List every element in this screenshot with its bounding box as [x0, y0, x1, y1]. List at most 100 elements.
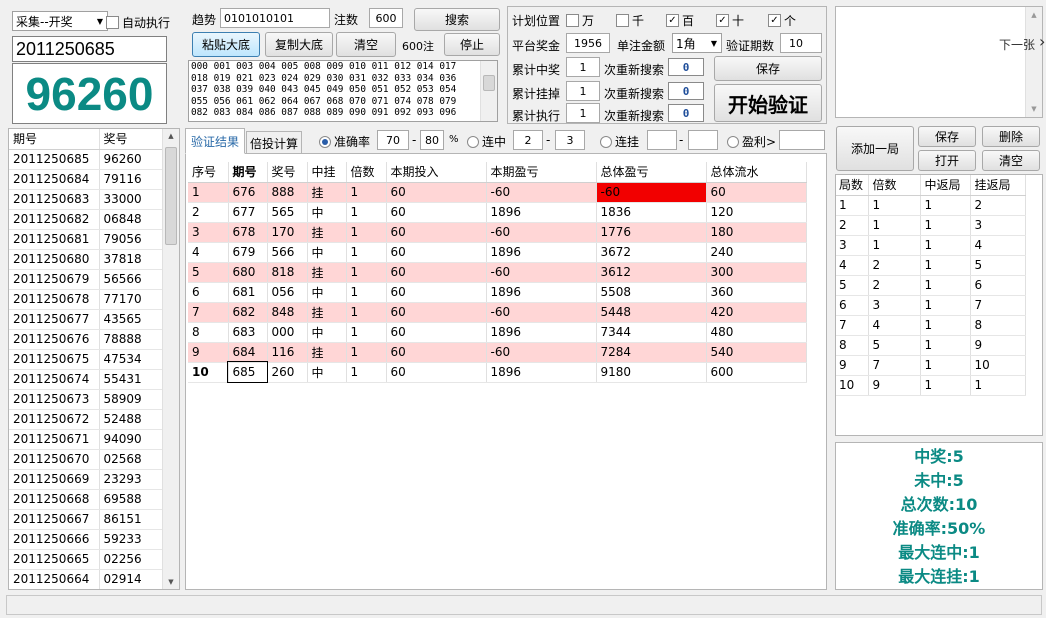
history-row[interactable]: 2011250670 02568: [9, 449, 163, 470]
result-row[interactable]: 5 680 818 挂 1 60 -60 3612 300: [188, 262, 807, 283]
verify-input[interactable]: 10: [780, 33, 822, 53]
filter-streak-miss-radio[interactable]: 连挂: [600, 133, 639, 150]
history-row[interactable]: 2011250673 58909: [9, 389, 163, 410]
result-row[interactable]: 8 683 000 中 1 60 1896 7344 480: [188, 322, 807, 343]
hit-input[interactable]: 1: [566, 57, 600, 77]
history-row[interactable]: 2011250671 94090: [9, 429, 163, 450]
numbers-textarea[interactable]: 000 001 003 004 005 008 009 010 011 012 …: [188, 60, 498, 122]
history-row[interactable]: 2011250669 23293: [9, 469, 163, 490]
next-sheet-link[interactable]: 下一张: [999, 36, 1035, 53]
tab-verify-result[interactable]: 验证结果: [185, 128, 245, 154]
history-row[interactable]: 2011250684 79116: [9, 169, 163, 190]
scrollbar-thumb[interactable]: [483, 75, 495, 91]
paste-base-button[interactable]: 粘贴大底: [192, 32, 260, 57]
history-row[interactable]: 2011250685 96260: [9, 149, 163, 170]
round-row[interactable]: 6317: [836, 295, 1026, 316]
round-row[interactable]: 1112: [836, 195, 1026, 216]
filter-streak-hit-radio[interactable]: 连中: [467, 133, 506, 150]
radio-dot: [319, 135, 331, 148]
prize-input[interactable]: 1956: [566, 33, 610, 53]
exec-input[interactable]: 1: [566, 103, 600, 123]
side-save-button[interactable]: 保存: [918, 126, 976, 147]
history-row[interactable]: 2011250666 59233: [9, 529, 163, 550]
acc-to-input[interactable]: 80: [420, 130, 444, 150]
miss-input[interactable]: 1: [566, 81, 600, 101]
history-row[interactable]: 2011250681 79056: [9, 229, 163, 250]
results-panel: 序号 期号 奖号 中挂 倍数 本期投入 本期盈亏 总体盈亏 总体流水 1 676 8…: [185, 153, 827, 590]
history-number-cell: 78888: [99, 329, 163, 350]
trend-input[interactable]: 0101010101: [220, 8, 330, 28]
history-row[interactable]: 2011250677 43565: [9, 309, 163, 330]
history-list[interactable]: 期号 奖号 2011250685 96260 2011250684 79116 20112…: [8, 128, 180, 590]
scroll-down-icon[interactable]: ▼: [1026, 105, 1042, 113]
filter-accuracy-radio[interactable]: 准确率: [319, 133, 370, 150]
add-round-button[interactable]: 添加一局: [836, 126, 914, 171]
result-row[interactable]: 6 681 056 中 1 60 1896 5508 360: [188, 282, 807, 303]
result-row[interactable]: 4 679 566 中 1 60 1896 3672 240: [188, 242, 807, 263]
history-row[interactable]: 2011250676 78888: [9, 329, 163, 350]
round-row[interactable]: 4215: [836, 255, 1026, 276]
clear-button[interactable]: 清空: [336, 32, 396, 57]
pos-checkbox-bai[interactable]: ✓ 百: [666, 12, 694, 29]
history-row[interactable]: 2011250672 52488: [9, 409, 163, 430]
history-row[interactable]: 2011250682 06848: [9, 209, 163, 230]
history-row[interactable]: 2011250665 02256: [9, 549, 163, 570]
pos-checkbox-ge[interactable]: ✓ 个: [768, 12, 796, 29]
side-delete-button[interactable]: 删除: [982, 126, 1040, 147]
round-row[interactable]: 8519: [836, 335, 1026, 356]
scrollbar-thumb[interactable]: [165, 147, 177, 245]
plan-save-button[interactable]: 保存: [714, 56, 822, 81]
result-row[interactable]: 7 682 848 挂 1 60 -60 5448 420: [188, 302, 807, 323]
streak-miss-from-input[interactable]: [647, 130, 677, 150]
stop-button[interactable]: 停止: [444, 33, 500, 56]
round-row[interactable]: 9 7 1 10: [836, 355, 1026, 376]
history-row[interactable]: 2011250679 56566: [9, 269, 163, 290]
copy-base-button[interactable]: 复制大底: [265, 32, 333, 57]
history-row[interactable]: 2011250678 77170: [9, 289, 163, 310]
numbers-scrollbar[interactable]: [480, 61, 497, 121]
streak-miss-to-input[interactable]: [688, 130, 718, 150]
result-row[interactable]: 1 676 888 挂 1 60 -60 -60 60: [188, 182, 807, 203]
round-row[interactable]: 2113: [836, 215, 1026, 236]
side-clear-button[interactable]: 清空: [982, 150, 1040, 171]
streak-hit-from-input[interactable]: 2: [513, 130, 543, 150]
search-button[interactable]: 搜索: [414, 8, 500, 31]
pos-checkbox-shi[interactable]: ✓ 十: [716, 12, 744, 29]
result-row[interactable]: 3 678 170 挂 1 60 -60 1776 180: [188, 222, 807, 243]
result-row[interactable]: 9 684 116 挂 1 60 -60 7284 540: [188, 342, 807, 363]
tab-multiplier-calc[interactable]: 倍投计算: [246, 131, 302, 154]
history-number-cell: 02914: [99, 569, 163, 589]
result-row[interactable]: 10 685 260 中 1 60 1896 9180 600: [188, 361, 807, 383]
result-row[interactable]: 2 677 565 中 1 60 1896 1836 120: [188, 202, 807, 223]
history-row[interactable]: 2011250664 02914: [9, 569, 163, 589]
streak-hit-to-input[interactable]: 3: [555, 130, 585, 150]
scroll-up-icon[interactable]: ▲: [163, 132, 179, 140]
history-row[interactable]: 2011250675 47534: [9, 349, 163, 370]
amount-select[interactable]: 1角 ▼: [672, 33, 722, 53]
start-verify-button[interactable]: 开始验证: [714, 84, 822, 122]
round-row[interactable]: 10 9 1 1: [836, 375, 1026, 396]
pos-checkbox-qian[interactable]: 千: [616, 12, 644, 29]
history-row[interactable]: 2011250668 69588: [9, 489, 163, 510]
round-row[interactable]: 5216: [836, 275, 1026, 296]
round-row[interactable]: 7418: [836, 315, 1026, 336]
scroll-down-icon[interactable]: ▼: [163, 578, 179, 586]
round-row[interactable]: 3114: [836, 235, 1026, 256]
pos-checkbox-wan[interactable]: 万: [566, 12, 594, 29]
profit-input[interactable]: [779, 130, 825, 150]
mode-select[interactable]: 采集--开奖 ▼: [12, 11, 108, 31]
history-row[interactable]: 2011250674 55431: [9, 369, 163, 390]
next-arrow-icon[interactable]: ›: [1039, 32, 1045, 51]
auto-exec-checkbox[interactable]: 自动执行: [106, 14, 170, 31]
scroll-up-icon[interactable]: ▲: [1026, 11, 1042, 19]
round-list[interactable]: 局数 倍数 中返局 挂返局 11122113311442155216631774…: [835, 174, 1043, 436]
history-row[interactable]: 2011250680 37818: [9, 249, 163, 270]
filter-profit-radio[interactable]: 盈利>: [727, 133, 776, 150]
history-scrollbar[interactable]: ▲ ▼: [162, 129, 179, 589]
side-open-button[interactable]: 打开: [918, 150, 976, 171]
acc-from-input[interactable]: 70: [377, 130, 409, 150]
bets-input[interactable]: 600: [369, 8, 403, 28]
history-row[interactable]: 2011250683 33000: [9, 189, 163, 210]
history-row[interactable]: 2011250667 86151: [9, 509, 163, 530]
preview-scrollbar[interactable]: ▲ ▼: [1025, 7, 1042, 117]
